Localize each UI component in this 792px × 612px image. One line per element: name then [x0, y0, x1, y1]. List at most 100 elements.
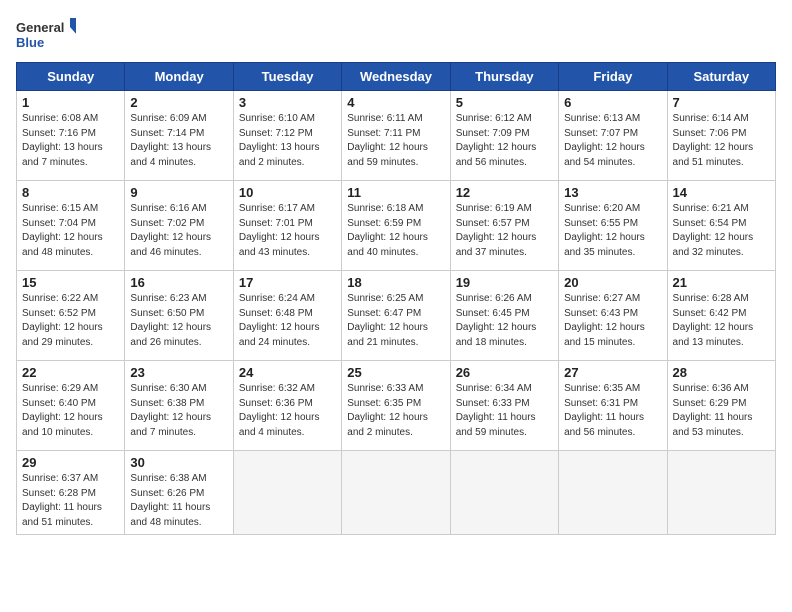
- calendar-cell: 23 Sunrise: 6:30 AM Sunset: 6:38 PM Dayli…: [125, 361, 233, 451]
- day-number: 12: [456, 185, 553, 200]
- day-info: Sunrise: 6:33 AM Sunset: 6:35 PM Dayligh…: [347, 382, 444, 440]
- header: General Blue: [16, 16, 776, 54]
- calendar-body: 1 Sunrise: 6:08 AM Sunset: 7:16 PM Daylig…: [17, 91, 776, 535]
- day-info: Sunrise: 6:37 AM Sunset: 6:28 PM Dayligh…: [22, 472, 119, 530]
- calendar-cell: 7 Sunrise: 6:14 AM Sunset: 7:06 PM Daylig…: [667, 91, 775, 181]
- day-number: 24: [239, 365, 336, 380]
- calendar-cell: 29 Sunrise: 6:37 AM Sunset: 6:28 PM Dayli…: [17, 451, 125, 535]
- day-number: 22: [22, 365, 119, 380]
- day-number: 23: [130, 365, 227, 380]
- calendar-cell: 15 Sunrise: 6:22 AM Sunset: 6:52 PM Dayli…: [17, 271, 125, 361]
- day-info: Sunrise: 6:29 AM Sunset: 6:40 PM Dayligh…: [22, 382, 119, 440]
- weekday-header-sunday: Sunday: [17, 63, 125, 91]
- weekday-row: SundayMondayTuesdayWednesdayThursdayFrid…: [17, 63, 776, 91]
- weekday-header-monday: Monday: [125, 63, 233, 91]
- day-number: 17: [239, 275, 336, 290]
- calendar-cell: 20 Sunrise: 6:27 AM Sunset: 6:43 PM Dayli…: [559, 271, 667, 361]
- day-number: 10: [239, 185, 336, 200]
- weekday-header-wednesday: Wednesday: [342, 63, 450, 91]
- svg-text:Blue: Blue: [16, 35, 44, 50]
- calendar-week-5: 29 Sunrise: 6:37 AM Sunset: 6:28 PM Dayli…: [17, 451, 776, 535]
- day-number: 21: [673, 275, 770, 290]
- day-info: Sunrise: 6:19 AM Sunset: 6:57 PM Dayligh…: [456, 202, 553, 260]
- day-number: 18: [347, 275, 444, 290]
- day-info: Sunrise: 6:14 AM Sunset: 7:06 PM Dayligh…: [673, 112, 770, 170]
- day-info: Sunrise: 6:25 AM Sunset: 6:47 PM Dayligh…: [347, 292, 444, 350]
- day-number: 14: [673, 185, 770, 200]
- day-number: 28: [673, 365, 770, 380]
- calendar-cell: 9Sunrise: 6:16 AM Sunset: 7:02 PM Daylig…: [125, 181, 233, 271]
- day-number: 26: [456, 365, 553, 380]
- calendar-cell: 24 Sunrise: 6:32 AM Sunset: 6:36 PM Dayli…: [233, 361, 341, 451]
- logo-svg: General Blue: [16, 16, 76, 54]
- day-number: 27: [564, 365, 661, 380]
- calendar-cell: 14 Sunrise: 6:21 AM Sunset: 6:54 PM Dayli…: [667, 181, 775, 271]
- calendar-cell: 16Sunrise: 6:23 AM Sunset: 6:50 PM Dayli…: [125, 271, 233, 361]
- day-info: Sunrise: 6:08 AM Sunset: 7:16 PM Dayligh…: [22, 112, 119, 170]
- day-info: Sunrise: 6:17 AM Sunset: 7:01 PM Dayligh…: [239, 202, 336, 260]
- calendar-cell: 6 Sunrise: 6:13 AM Sunset: 7:07 PM Daylig…: [559, 91, 667, 181]
- day-number: 13: [564, 185, 661, 200]
- calendar-cell: 2 Sunrise: 6:09 AM Sunset: 7:14 PM Daylig…: [125, 91, 233, 181]
- calendar-cell: 3Sunrise: 6:10 AM Sunset: 7:12 PM Daylig…: [233, 91, 341, 181]
- calendar-week-3: 15 Sunrise: 6:22 AM Sunset: 6:52 PM Dayli…: [17, 271, 776, 361]
- day-number: 7: [673, 95, 770, 110]
- calendar-cell: 25Sunrise: 6:33 AM Sunset: 6:35 PM Dayli…: [342, 361, 450, 451]
- calendar-cell: 8 Sunrise: 6:15 AM Sunset: 7:04 PM Daylig…: [17, 181, 125, 271]
- calendar-cell: [559, 451, 667, 535]
- day-number: 29: [22, 455, 119, 470]
- day-number: 2: [130, 95, 227, 110]
- day-info: Sunrise: 6:38 AM Sunset: 6:26 PM Dayligh…: [130, 472, 227, 530]
- day-info: Sunrise: 6:09 AM Sunset: 7:14 PM Dayligh…: [130, 112, 227, 170]
- day-number: 11: [347, 185, 444, 200]
- calendar-cell: 11Sunrise: 6:18 AM Sunset: 6:59 PM Dayli…: [342, 181, 450, 271]
- day-info: Sunrise: 6:36 AM Sunset: 6:29 PM Dayligh…: [673, 382, 770, 440]
- calendar-table: SundayMondayTuesdayWednesdayThursdayFrid…: [16, 62, 776, 535]
- day-number: 1: [22, 95, 119, 110]
- day-info: Sunrise: 6:13 AM Sunset: 7:07 PM Dayligh…: [564, 112, 661, 170]
- day-info: Sunrise: 6:20 AM Sunset: 6:55 PM Dayligh…: [564, 202, 661, 260]
- calendar-week-2: 8 Sunrise: 6:15 AM Sunset: 7:04 PM Daylig…: [17, 181, 776, 271]
- day-info: Sunrise: 6:28 AM Sunset: 6:42 PM Dayligh…: [673, 292, 770, 350]
- calendar-cell: [233, 451, 341, 535]
- calendar-cell: [667, 451, 775, 535]
- day-info: Sunrise: 6:21 AM Sunset: 6:54 PM Dayligh…: [673, 202, 770, 260]
- calendar-cell: 28 Sunrise: 6:36 AM Sunset: 6:29 PM Dayli…: [667, 361, 775, 451]
- day-info: Sunrise: 6:16 AM Sunset: 7:02 PM Dayligh…: [130, 202, 227, 260]
- day-info: Sunrise: 6:15 AM Sunset: 7:04 PM Dayligh…: [22, 202, 119, 260]
- day-info: Sunrise: 6:27 AM Sunset: 6:43 PM Dayligh…: [564, 292, 661, 350]
- calendar-week-1: 1 Sunrise: 6:08 AM Sunset: 7:16 PM Daylig…: [17, 91, 776, 181]
- day-info: Sunrise: 6:26 AM Sunset: 6:45 PM Dayligh…: [456, 292, 553, 350]
- day-number: 5: [456, 95, 553, 110]
- calendar-cell: 21 Sunrise: 6:28 AM Sunset: 6:42 PM Dayli…: [667, 271, 775, 361]
- day-info: Sunrise: 6:12 AM Sunset: 7:09 PM Dayligh…: [456, 112, 553, 170]
- day-number: 8: [22, 185, 119, 200]
- day-number: 4: [347, 95, 444, 110]
- day-info: Sunrise: 6:22 AM Sunset: 6:52 PM Dayligh…: [22, 292, 119, 350]
- svg-text:General: General: [16, 20, 64, 35]
- day-info: Sunrise: 6:34 AM Sunset: 6:33 PM Dayligh…: [456, 382, 553, 440]
- day-number: 3: [239, 95, 336, 110]
- calendar-cell: 4 Sunrise: 6:11 AM Sunset: 7:11 PM Daylig…: [342, 91, 450, 181]
- calendar-cell: [450, 451, 558, 535]
- calendar-cell: 1 Sunrise: 6:08 AM Sunset: 7:16 PM Daylig…: [17, 91, 125, 181]
- day-info: Sunrise: 6:24 AM Sunset: 6:48 PM Dayligh…: [239, 292, 336, 350]
- calendar-cell: [342, 451, 450, 535]
- day-number: 6: [564, 95, 661, 110]
- day-number: 20: [564, 275, 661, 290]
- day-info: Sunrise: 6:32 AM Sunset: 6:36 PM Dayligh…: [239, 382, 336, 440]
- day-info: Sunrise: 6:11 AM Sunset: 7:11 PM Dayligh…: [347, 112, 444, 170]
- calendar-cell: 13 Sunrise: 6:20 AM Sunset: 6:55 PM Dayli…: [559, 181, 667, 271]
- calendar-cell: 26 Sunrise: 6:34 AM Sunset: 6:33 PM Dayli…: [450, 361, 558, 451]
- calendar-header: SundayMondayTuesdayWednesdayThursdayFrid…: [17, 63, 776, 91]
- calendar-cell: 30Sunrise: 6:38 AM Sunset: 6:26 PM Dayli…: [125, 451, 233, 535]
- day-number: 15: [22, 275, 119, 290]
- day-info: Sunrise: 6:23 AM Sunset: 6:50 PM Dayligh…: [130, 292, 227, 350]
- calendar-cell: 5 Sunrise: 6:12 AM Sunset: 7:09 PM Daylig…: [450, 91, 558, 181]
- calendar-week-4: 22 Sunrise: 6:29 AM Sunset: 6:40 PM Dayli…: [17, 361, 776, 451]
- day-info: Sunrise: 6:35 AM Sunset: 6:31 PM Dayligh…: [564, 382, 661, 440]
- day-number: 19: [456, 275, 553, 290]
- calendar-cell: 12 Sunrise: 6:19 AM Sunset: 6:57 PM Dayli…: [450, 181, 558, 271]
- calendar-cell: 10 Sunrise: 6:17 AM Sunset: 7:01 PM Dayli…: [233, 181, 341, 271]
- day-info: Sunrise: 6:30 AM Sunset: 6:38 PM Dayligh…: [130, 382, 227, 440]
